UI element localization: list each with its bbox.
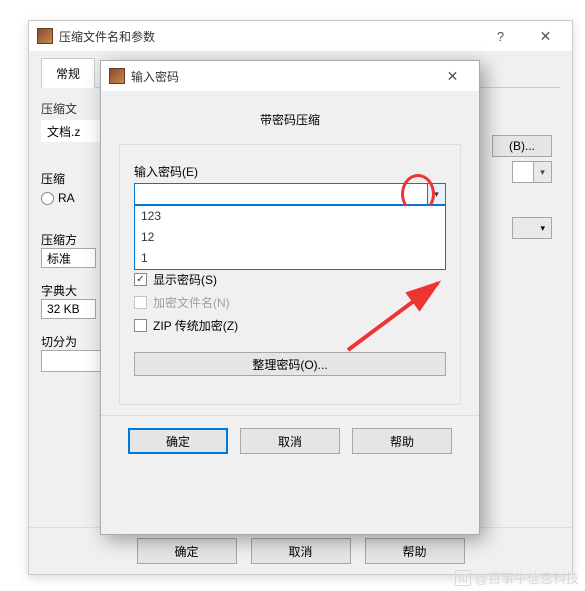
password-label: 输入密码(E)	[134, 163, 446, 180]
front-cancel-button[interactable]: 取消	[240, 428, 340, 454]
main-help-button[interactable]: 帮助	[365, 538, 465, 564]
front-close-button[interactable]: ✕	[430, 62, 475, 90]
front-body: 带密码压缩 输入密码(E) ▾ 123 12 1 显示密码(S)	[101, 91, 479, 415]
zip-legacy-row[interactable]: ZIP 传统加密(Z)	[134, 317, 446, 334]
watermark: 知 @百事牛信息科技	[455, 568, 579, 587]
split-input[interactable]	[41, 350, 101, 372]
main-cancel-button[interactable]: 取消	[251, 538, 351, 564]
main-ok-button[interactable]: 确定	[137, 538, 237, 564]
chevron-down-icon: ▾	[533, 162, 551, 182]
radio-icon	[41, 192, 54, 205]
main-titlebar: 压缩文件名和参数 ? ✕	[29, 21, 572, 51]
password-option[interactable]: 123	[135, 206, 445, 227]
front-help-button[interactable]: 帮助	[352, 428, 452, 454]
split-label: 切分为	[41, 335, 77, 349]
zhihu-icon: 知	[455, 570, 471, 586]
app-icon	[109, 68, 125, 84]
tab-general[interactable]: 常规	[41, 58, 95, 88]
password-combo[interactable]: ▾ 123 12 1	[134, 183, 446, 205]
archive-name-field[interactable]: 文档.z	[41, 120, 101, 142]
organize-passwords-button[interactable]: 整理密码(O)...	[134, 352, 446, 376]
method-value[interactable]: 标准	[41, 248, 96, 268]
password-input[interactable]	[135, 184, 427, 204]
dict-value[interactable]: 32 KB	[41, 299, 96, 319]
app-icon	[37, 28, 53, 44]
close-button[interactable]: ✕	[523, 22, 568, 50]
method-label: 压缩方	[41, 233, 77, 247]
profile-dropdown[interactable]: ▾	[512, 217, 552, 239]
main-title: 压缩文件名和参数	[59, 28, 478, 45]
front-title: 输入密码	[131, 68, 430, 85]
password-option[interactable]: 12	[135, 227, 445, 248]
dict-label: 字典大	[41, 284, 77, 298]
password-dialog: 输入密码 ✕ 带密码压缩 输入密码(E) ▾ 123 12 1 显示密码(	[100, 60, 480, 535]
front-titlebar: 输入密码 ✕	[101, 61, 479, 91]
password-dropdown-list: 123 12 1	[134, 205, 446, 270]
help-button[interactable]: ?	[478, 22, 523, 50]
radio-rar[interactable]: RA	[41, 191, 101, 205]
checkbox-icon	[134, 319, 147, 332]
inner-title: 带密码压缩	[119, 103, 461, 144]
browse-button[interactable]: (B)...	[492, 135, 552, 157]
chevron-down-icon: ▾	[540, 223, 545, 234]
front-ok-button[interactable]: 确定	[128, 428, 228, 454]
front-footer: 确定 取消 帮助	[101, 415, 479, 466]
password-option[interactable]: 1	[135, 248, 445, 269]
checkbox-icon	[134, 273, 147, 286]
archive-ext-dropdown[interactable]: ▾	[512, 161, 552, 183]
format-label: 压缩	[41, 170, 101, 187]
chevron-down-icon[interactable]: ▾	[427, 184, 445, 204]
checkbox-icon	[134, 296, 147, 309]
show-password-row[interactable]: 显示密码(S)	[134, 271, 446, 288]
encrypt-names-row: 加密文件名(N)	[134, 294, 446, 311]
